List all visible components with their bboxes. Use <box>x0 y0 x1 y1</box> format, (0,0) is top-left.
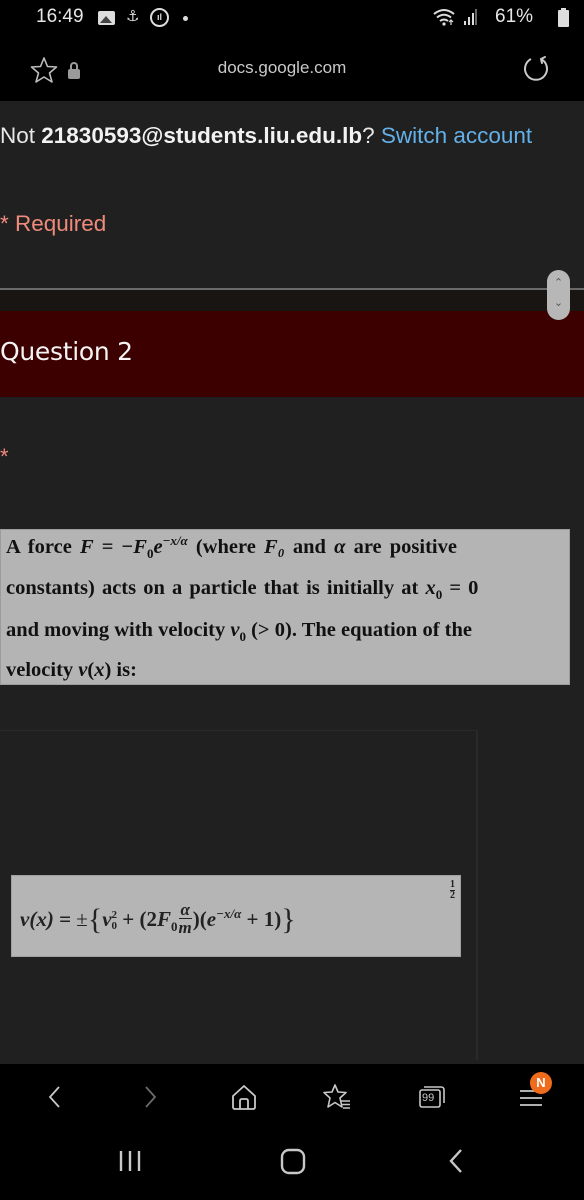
text: and moving with velocity <box>6 619 231 641</box>
account-email: 21830593@students.liu.edu.lb <box>41 123 363 148</box>
account-prefix: Not <box>0 123 42 148</box>
section-header: Question 2 <box>0 311 584 397</box>
gallery-icon <box>98 11 115 25</box>
section-separator <box>0 290 584 311</box>
url-bar: docs.google.com <box>0 36 584 101</box>
status-time: 16:49 <box>36 6 84 27</box>
numerator: α <box>178 899 192 919</box>
denominator: 2 <box>450 890 455 901</box>
var-e: e <box>153 536 163 558</box>
var-x: x <box>425 577 436 599</box>
text: + (2 <box>117 907 158 931</box>
reload-icon[interactable] <box>521 54 551 84</box>
question-line-2: constants) acts on a particle that is in… <box>6 577 479 601</box>
answer-option-image[interactable]: v(x) = ±{v 2 0 + (2F0 α m)(e−x/α + 1)} 1 2 <box>11 875 461 957</box>
text: are positive <box>345 536 457 558</box>
brace-close: } <box>281 903 296 936</box>
menu-badge: N <box>530 1072 552 1094</box>
lhs: v(x) = <box>20 907 77 931</box>
recent-apps-icon[interactable] <box>114 1144 148 1178</box>
text: (> 0). The equation of the <box>245 619 472 641</box>
back-nav-icon[interactable] <box>440 1144 474 1178</box>
url-text[interactable]: docs.google.com <box>0 58 584 78</box>
wifi-icon <box>433 9 455 26</box>
system-nav-bar <box>0 1132 584 1200</box>
var-F: F <box>157 907 172 931</box>
exponent: −x/α <box>216 906 242 921</box>
denominator: m <box>178 917 192 937</box>
section-title: Question 2 <box>0 337 133 366</box>
question-line-1: A force F = −F0e−x/α (where F₀ and α are… <box>6 533 457 560</box>
signal-icon <box>464 9 477 25</box>
exponent: −x/α <box>162 533 188 549</box>
home-icon[interactable] <box>229 1082 259 1112</box>
var-x: x <box>94 659 105 681</box>
var-v: v <box>102 907 112 931</box>
text: + 1) <box>241 907 282 931</box>
scroll-down-icon[interactable]: ⌄ <box>547 296 570 309</box>
text: velocity <box>6 659 79 681</box>
text: constants) acts on a particle that is in… <box>6 577 426 599</box>
question-line-4: velocity v(x) is: <box>6 659 137 682</box>
plus-minus: ± <box>76 907 88 931</box>
answer-formula: v(x) = ±{v 2 0 + (2F0 α m)(e−x/α + 1)} <box>20 900 296 939</box>
audio-icon: ıl <box>150 8 169 27</box>
forward-icon[interactable] <box>135 1082 165 1112</box>
anchor-icon: ⚓ <box>126 8 140 25</box>
var-e: e <box>206 907 217 931</box>
tabs-count: 99 <box>422 1092 435 1104</box>
scroll-up-icon[interactable]: ⌃ <box>547 276 570 289</box>
text: ) is: <box>104 659 137 681</box>
browser-toolbar: 99 N <box>0 1064 584 1132</box>
text: and <box>284 536 335 558</box>
required-marker: * <box>0 444 9 469</box>
text: ) <box>192 907 200 931</box>
question-line-3: and moving with velocity v0 (> 0). The e… <box>6 619 472 643</box>
power-half: 1 2 <box>450 880 455 901</box>
question-image: A force F = −F0e−x/α (where F₀ and α are… <box>0 529 570 685</box>
text: = 0 <box>442 577 479 599</box>
var-F0: F <box>133 536 147 558</box>
var-F0: F₀ <box>263 536 285 558</box>
text: (where <box>187 536 264 558</box>
status-bar: 16:49 ⚓ ıl 61% <box>0 0 584 36</box>
battery-charging-icon <box>558 8 569 27</box>
var-alpha: α <box>334 536 346 558</box>
account-suffix: ? <box>362 123 381 148</box>
required-note: * Required <box>0 211 107 236</box>
var-F: F <box>79 536 94 558</box>
scroll-widget[interactable]: ⌃ ⌄ <box>547 270 570 320</box>
home-nav-icon[interactable] <box>276 1144 310 1178</box>
brace-open: { <box>87 903 103 936</box>
back-icon[interactable] <box>40 1082 70 1112</box>
sub: 0 <box>171 919 178 935</box>
dot-icon <box>183 16 188 21</box>
text: ( <box>199 907 207 931</box>
switch-account-link[interactable]: Switch account <box>381 123 532 148</box>
text: A force <box>6 536 80 558</box>
fraction: αm <box>178 899 192 937</box>
text: = − <box>93 536 134 558</box>
battery-percent: 61% <box>495 6 534 27</box>
account-line: Not 21830593@students.liu.edu.lb? Switch… <box>0 118 540 154</box>
bookmarks-icon[interactable] <box>322 1082 352 1112</box>
